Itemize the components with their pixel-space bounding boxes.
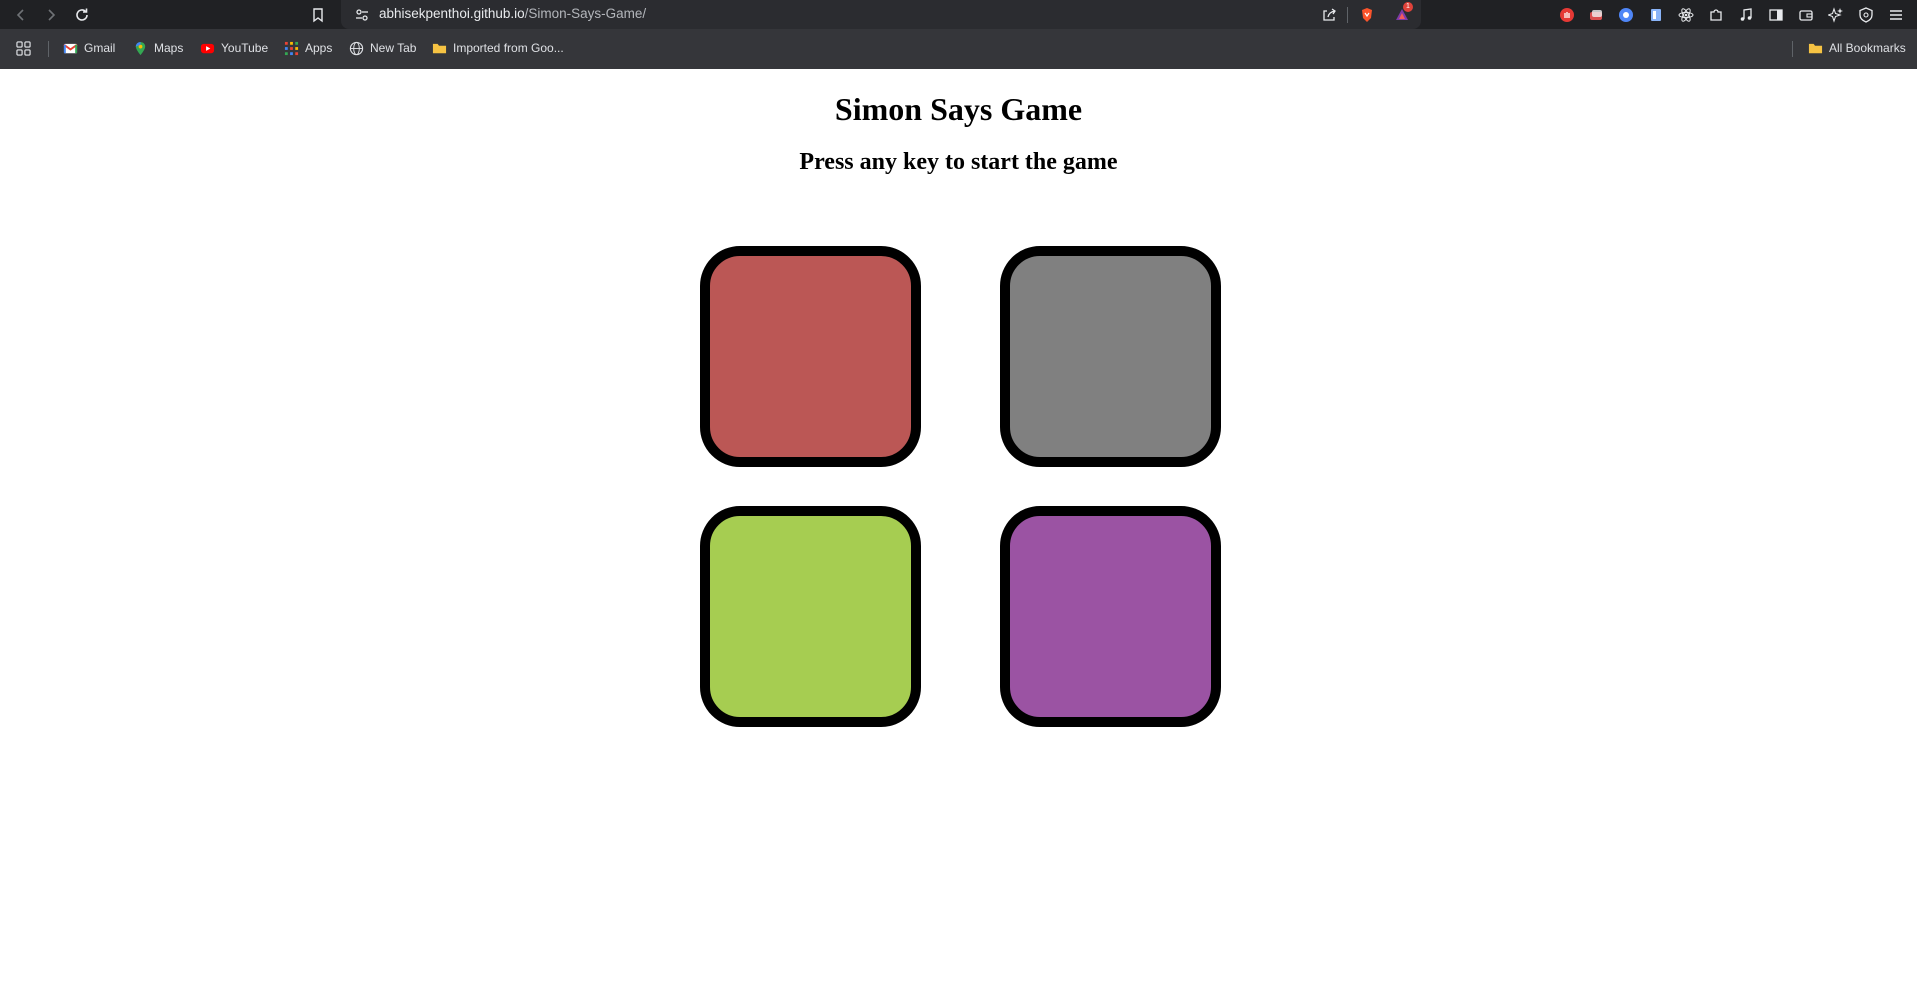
react-devtools-icon[interactable] bbox=[1676, 5, 1696, 25]
bookmarks-divider bbox=[48, 41, 49, 57]
omnibox-divider bbox=[1347, 7, 1348, 23]
leo-ai-icon[interactable] bbox=[1826, 5, 1846, 25]
address-bar[interactable]: abhisekpenthoi.github.io/Simon-Says-Game… bbox=[341, 0, 1421, 29]
docs-extension-icon[interactable] bbox=[1646, 5, 1666, 25]
browser-chrome: abhisekpenthoi.github.io/Simon-Says-Game… bbox=[0, 0, 1917, 69]
globe-icon bbox=[349, 41, 364, 55]
adblock-extension-icon[interactable] bbox=[1557, 5, 1577, 25]
red-game-button[interactable] bbox=[700, 246, 921, 467]
bookmark-maps[interactable]: Maps bbox=[133, 39, 183, 57]
apps-grid-icon bbox=[284, 41, 299, 55]
brave-shields-icon[interactable] bbox=[1358, 6, 1376, 24]
bookmark-label: New Tab bbox=[370, 41, 417, 55]
bookmark-label: Apps bbox=[305, 41, 333, 55]
all-bookmarks-label: All Bookmarks bbox=[1829, 41, 1906, 55]
folder-icon bbox=[432, 43, 447, 53]
bookmark-folder-imported[interactable]: Imported from Goo... bbox=[432, 39, 564, 57]
youtube-icon bbox=[200, 43, 215, 53]
gray-game-button[interactable] bbox=[1000, 246, 1221, 467]
green-game-button[interactable] bbox=[700, 506, 921, 727]
maps-icon bbox=[135, 41, 146, 55]
menu-icon[interactable] bbox=[1886, 5, 1906, 25]
bookmark-label: Imported from Goo... bbox=[453, 41, 564, 55]
url-host: abhisekpenthoi.github.io bbox=[379, 6, 525, 21]
bookmark-new-tab[interactable]: New Tab bbox=[349, 39, 416, 57]
media-controls-icon[interactable] bbox=[1736, 5, 1756, 25]
reload-icon bbox=[76, 8, 88, 21]
wallet-icon[interactable] bbox=[1796, 5, 1816, 25]
bookmark-page-button[interactable] bbox=[307, 4, 329, 26]
bookmarks-bar: Gmail Maps YouTube Apps New Tab Imported… bbox=[0, 35, 1917, 61]
reload-button[interactable] bbox=[71, 4, 93, 26]
bookmark-label: YouTube bbox=[221, 41, 269, 55]
notification-badge: 1 bbox=[1403, 2, 1413, 12]
bookmark-label: Maps bbox=[154, 41, 184, 55]
vpn-icon[interactable] bbox=[1856, 5, 1876, 25]
sidebar-toggle-icon[interactable] bbox=[1766, 5, 1786, 25]
forward-button[interactable] bbox=[40, 4, 62, 26]
apps-launcher-button[interactable] bbox=[16, 39, 31, 57]
folder-icon bbox=[1808, 43, 1823, 53]
browser-toolbar: abhisekpenthoi.github.io/Simon-Says-Game… bbox=[0, 0, 1917, 29]
translate-extension-icon[interactable] bbox=[1616, 5, 1636, 25]
page-content: Simon Says Game Press any key to start t… bbox=[0, 69, 1917, 982]
bookmark-label: Gmail bbox=[84, 41, 116, 55]
brave-rewards-icon[interactable]: 1 bbox=[1393, 2, 1413, 24]
gmail-icon bbox=[63, 43, 78, 53]
grid-icon bbox=[16, 40, 31, 56]
back-button[interactable] bbox=[10, 4, 32, 26]
bookmark-gmail[interactable]: Gmail bbox=[63, 39, 115, 57]
forward-arrow-icon bbox=[48, 9, 56, 21]
share-icon[interactable] bbox=[1320, 6, 1338, 24]
bookmarks-divider-right bbox=[1792, 41, 1793, 57]
bookmark-icon bbox=[313, 8, 323, 23]
url-path: /Simon-Says-Game/ bbox=[524, 6, 647, 21]
back-arrow-icon bbox=[16, 9, 24, 21]
bookmark-apps[interactable]: Apps bbox=[284, 39, 332, 57]
all-bookmarks-button[interactable]: All Bookmarks bbox=[1808, 39, 1906, 57]
site-info-icon[interactable] bbox=[353, 6, 371, 24]
url-text[interactable]: abhisekpenthoi.github.io/Simon-Says-Game… bbox=[379, 6, 646, 21]
purple-game-button[interactable] bbox=[1000, 506, 1221, 727]
extensions-puzzle-icon[interactable] bbox=[1706, 5, 1726, 25]
stack-extension-icon[interactable] bbox=[1586, 5, 1606, 25]
page-title: Simon Says Game bbox=[834, 91, 1083, 127]
bookmark-youtube[interactable]: YouTube bbox=[200, 39, 268, 57]
game-status-text: Press any key to start the game bbox=[799, 149, 1118, 175]
